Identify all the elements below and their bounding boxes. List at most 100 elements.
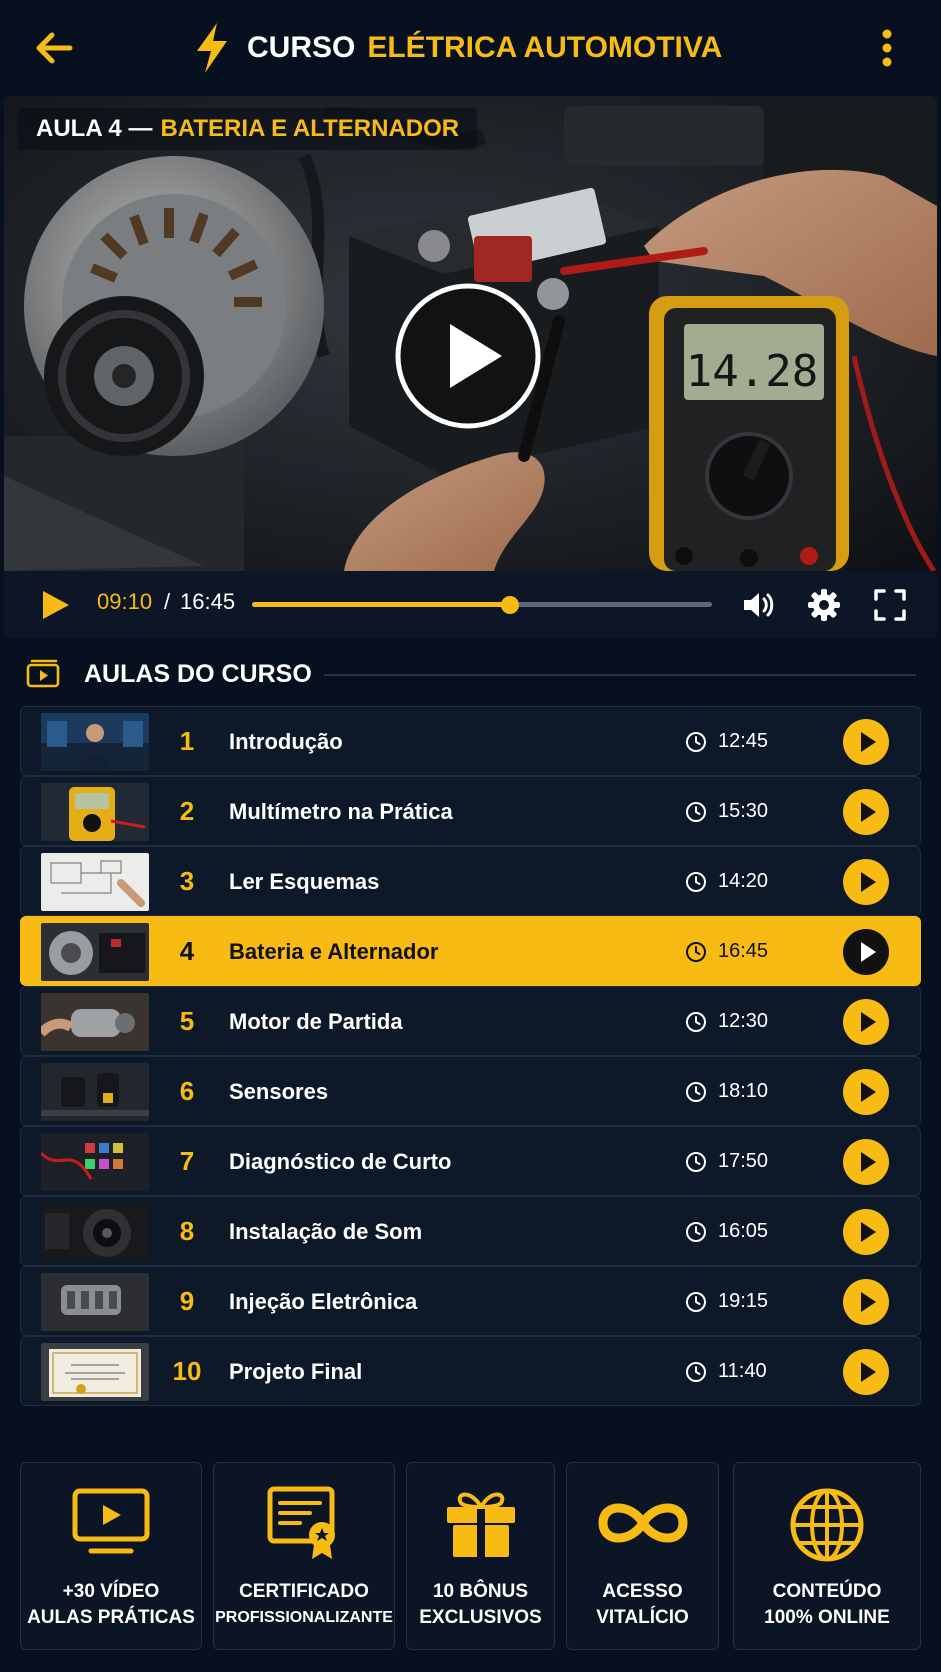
play-circle-icon[interactable] — [843, 999, 889, 1045]
lesson-number: 8 — [179, 1216, 195, 1246]
lesson-thumbnail — [41, 923, 149, 981]
lesson-title: Motor de Partida — [229, 1009, 403, 1034]
lesson-thumbnail — [41, 713, 149, 771]
total-time: 16:45 — [180, 589, 236, 614]
lesson-duration: 11:40 — [718, 1360, 767, 1382]
lesson-row[interactable]: 2 Multímetro na Prática 15:30 — [20, 776, 921, 846]
lesson-title: Bateria e Alternador — [229, 939, 439, 964]
video-player: 14.28 AULA 4 — BATERIA E ALTERNADOR 09:1… — [4, 96, 937, 638]
lesson-number: 7 — [179, 1146, 195, 1176]
course-features: +30 VÍDEO AULAS PRÁTICAS CERTIFICADO PRO… — [20, 1462, 921, 1650]
lesson-number: 4 — [179, 936, 195, 966]
clock-icon — [686, 1362, 706, 1382]
lesson-title: Injeção Eletrônica — [229, 1289, 418, 1314]
lesson-duration: 15:30 — [718, 800, 769, 822]
playlist-icon — [26, 658, 62, 688]
lesson-duration: 18:10 — [718, 1080, 769, 1102]
lesson-thumbnail — [41, 1273, 149, 1331]
feature-card-lifetime: ACESSO VITALÍCIO — [566, 1462, 719, 1650]
lesson-duration: 17:50 — [718, 1150, 769, 1172]
clock-icon — [686, 732, 706, 752]
time-separator: / — [164, 589, 171, 614]
lightning-bolt-icon — [197, 23, 227, 73]
feature-line1: ACESSO — [602, 1581, 683, 1602]
big-play-button[interactable] — [394, 282, 542, 430]
clock-icon — [686, 1012, 706, 1032]
fullscreen-button[interactable] — [872, 587, 908, 623]
play-circle-icon[interactable] — [843, 1349, 889, 1395]
infinity-icon — [597, 1503, 688, 1543]
feature-card-online: CONTEÚDO 100% ONLINE — [733, 1462, 921, 1650]
progress-knob[interactable] — [500, 596, 519, 614]
lesson-row[interactable]: 5 Motor de Partida 12:30 — [20, 986, 921, 1056]
feature-card-certificate: CERTIFICADO PROFISSIONALIZANTE — [213, 1462, 395, 1650]
title-white: CURSO — [247, 31, 356, 64]
feature-line2: EXCLUSIVOS — [419, 1607, 542, 1628]
lesson-thumbnail — [41, 1063, 149, 1121]
lesson-row-active[interactable]: 4 Bateria e Alternador 16:45 — [20, 916, 921, 986]
lesson-row[interactable]: 10 Projeto Final 11:40 — [20, 1336, 921, 1406]
fullscreen-icon — [874, 589, 906, 621]
play-circle-icon[interactable] — [843, 929, 889, 975]
lesson-thumbnail — [41, 1203, 149, 1261]
clock-icon — [686, 1222, 706, 1242]
feature-line1: 10 BÔNUS — [432, 1581, 529, 1602]
lesson-thumbnail — [41, 853, 149, 911]
play-circle-icon[interactable] — [843, 859, 889, 905]
player-controls: 09:10 / 16:45 — [4, 571, 937, 638]
feature-line2: PROFISSIONALIZANTE — [215, 1609, 393, 1626]
clock-icon — [686, 1292, 706, 1312]
video-screen-icon — [72, 1488, 150, 1554]
back-button[interactable] — [30, 26, 78, 70]
clock-icon — [686, 1082, 706, 1102]
progress-fill — [252, 602, 510, 607]
lesson-thumbnail — [41, 1343, 149, 1401]
lesson-row[interactable]: 1 Introdução 12:45 — [20, 706, 921, 776]
more-vertical-icon — [882, 29, 892, 67]
lesson-row[interactable]: 3 Ler Esquemas 14:20 — [20, 846, 921, 916]
lessons-section-title: AULAS DO CURSO — [84, 660, 312, 688]
lesson-number: 5 — [179, 1006, 195, 1036]
lesson-row[interactable]: 9 Injeção Eletrônica 19:15 — [20, 1266, 921, 1336]
lesson-number: 9 — [179, 1286, 195, 1316]
lesson-tag-prefix: AULA 4 — — [36, 115, 153, 142]
lesson-duration: 16:05 — [718, 1220, 769, 1242]
play-button[interactable] — [38, 588, 72, 622]
play-circle-icon[interactable] — [843, 1209, 889, 1255]
lessons-section-header: AULAS DO CURSO — [26, 652, 916, 696]
play-circle-icon[interactable] — [843, 789, 889, 835]
settings-button[interactable] — [806, 587, 842, 623]
lesson-tag: AULA 4 — BATERIA E ALTERNADOR — [18, 108, 478, 150]
lesson-thumbnail — [41, 1133, 149, 1191]
play-circle-icon — [395, 283, 541, 429]
volume-icon — [744, 593, 774, 617]
feature-line2: AULAS PRÁTICAS — [27, 1607, 195, 1628]
feature-card-videos: +30 VÍDEO AULAS PRÁTICAS — [20, 1462, 202, 1650]
lesson-row[interactable]: 7 Diagnóstico de Curto 17:50 — [20, 1126, 921, 1196]
clock-icon — [686, 1152, 706, 1172]
play-circle-icon[interactable] — [843, 1139, 889, 1185]
lesson-row[interactable]: 8 Instalação de Som 16:05 — [20, 1196, 921, 1266]
lesson-title: Projeto Final — [229, 1359, 363, 1384]
section-divider — [324, 674, 916, 676]
lesson-row[interactable]: 6 Sensores 18:10 — [20, 1056, 921, 1126]
lesson-title: Instalação de Som — [229, 1219, 423, 1244]
feature-line2: 100% ONLINE — [764, 1607, 890, 1628]
play-circle-icon[interactable] — [843, 719, 889, 765]
lesson-duration: 16:45 — [718, 940, 769, 962]
lesson-duration: 19:15 — [718, 1290, 769, 1312]
play-circle-icon[interactable] — [843, 1279, 889, 1325]
lesson-thumbnail — [41, 783, 149, 841]
lesson-title: Introdução — [229, 729, 343, 754]
video-frame[interactable]: 14.28 AULA 4 — BATERIA E ALTERNADOR — [4, 96, 937, 571]
lesson-title: Diagnóstico de Curto — [229, 1149, 452, 1174]
lesson-number: 3 — [179, 866, 195, 896]
clock-icon — [686, 802, 706, 822]
more-menu-button[interactable] — [872, 26, 902, 70]
volume-button[interactable] — [740, 587, 776, 623]
play-circle-icon[interactable] — [843, 1069, 889, 1115]
lesson-duration: 12:30 — [718, 1010, 769, 1032]
lesson-title: Multímetro na Prática — [229, 799, 453, 824]
lesson-number: 10 — [172, 1356, 202, 1386]
progress-bar[interactable] — [252, 596, 712, 614]
